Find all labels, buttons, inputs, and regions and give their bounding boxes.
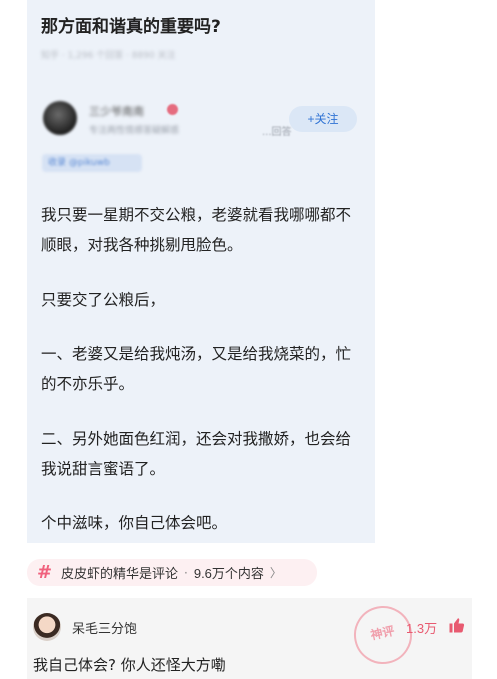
answer-paragraph: 只要交了公粮后， (41, 291, 166, 309)
author-subtitle: 专注两性情感答疑解惑 (89, 126, 180, 136)
author-avatar[interactable] (43, 101, 77, 135)
answer-paragraph: 一、老婆又是给我炖汤，又是给我烧菜的，忙的不亦乐乎。 (41, 345, 352, 393)
topic-strip[interactable]: # 皮皮虾的精华是评论 · 9.6万个内容 〉 (27, 559, 317, 586)
comment-text: 我自己体会? 你人还怪大方嘞 (33, 656, 226, 674)
comment-item[interactable]: 呆毛三分饱 神评 1.3万 我自己体会? 你人还怪大方嘞 (27, 598, 472, 679)
author-name[interactable]: 三少爷南南 (89, 103, 144, 119)
chevron-right-icon: 〉 (269, 566, 282, 580)
topic-count: 9.6万个内容 (193, 566, 264, 581)
tag-pill[interactable]: 收录 @pikuwb (42, 154, 142, 172)
topic-separator: · (184, 565, 188, 580)
question-meta: 知乎 · 1,296 个回答 · 8890 关注 (41, 51, 176, 61)
like-count: 1.3万 (406, 621, 438, 636)
answer-paragraph: 个中滋味，你自己体会吧。 (41, 514, 228, 532)
answer-paragraph: 二、另外她面色红润，还会对我撒娇，也会给我说甜言蜜语了。 (41, 430, 352, 478)
answer-card[interactable]: 那方面和谐真的重要吗? 知乎 · 1,296 个回答 · 8890 关注 三少爷… (27, 0, 375, 543)
thumbs-up-icon[interactable] (448, 616, 466, 634)
author-badge-icon (167, 104, 178, 115)
commenter-avatar[interactable] (33, 613, 61, 641)
hash-icon: # (37, 562, 53, 583)
topic-name: 皮皮虾的精华是评论 (61, 566, 179, 581)
answer-paragraph: 我只要一星期不交公粮，老婆就看我哪哪都不顺眼，对我各种挑剔甩脸色。 (41, 206, 352, 254)
question-title[interactable]: 那方面和谐真的重要吗? (41, 12, 221, 37)
follow-button[interactable]: +关注 (289, 106, 357, 132)
author-level: ...回答 (262, 127, 292, 138)
commenter-name[interactable]: 呆毛三分饱 (72, 618, 137, 637)
